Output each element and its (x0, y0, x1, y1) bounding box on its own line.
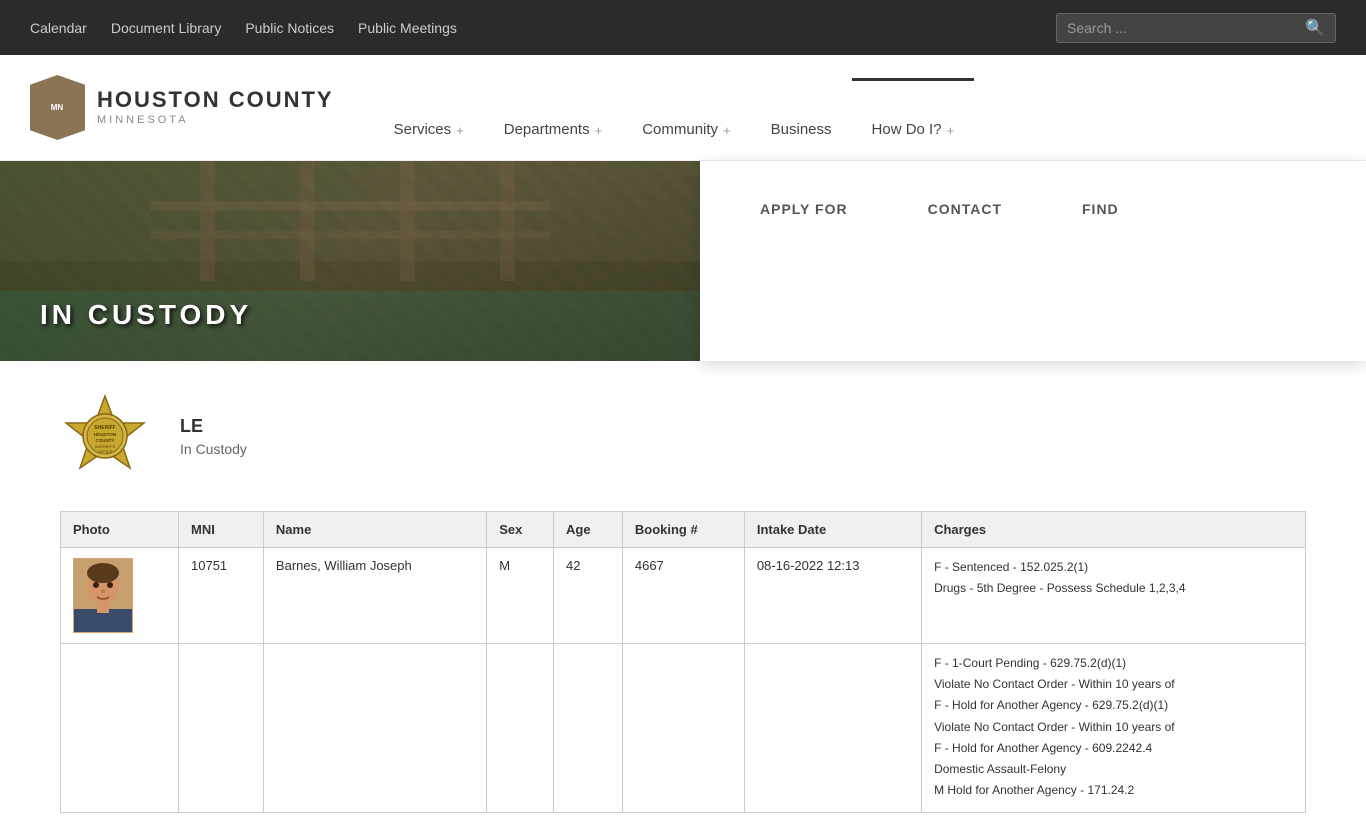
cell-charges-2: F - 1-Court Pending - 629.75.2(d)(1) Vio… (922, 644, 1306, 813)
hero-banner: IN CUSTODY (0, 161, 710, 361)
page-wrapper: Calendar Document Library Public Notices… (0, 0, 1366, 833)
col-booking: Booking # (622, 512, 744, 548)
table-row: F - 1-Court Pending - 629.75.2(d)(1) Vio… (61, 644, 1306, 813)
svg-text:SHERIFF: SHERIFF (94, 425, 115, 431)
nav-how-do-i[interactable]: How Do I?+ (852, 78, 975, 158)
cell-booking-2 (622, 644, 744, 813)
nav-services[interactable]: Services+ (374, 78, 484, 158)
dropdown-find: FIND (1082, 201, 1119, 321)
cell-mni-1: 10751 (179, 548, 264, 644)
search-input[interactable] (1067, 20, 1305, 36)
charges-text-1: F - Sentenced - 152.025.2(1) Drugs - 5th… (934, 558, 1293, 598)
header: MN HOUSTON COUNTY MINNESOTA Services+ De… (0, 55, 1366, 161)
dropdown-apply-for-heading: APPLY FOR (760, 201, 848, 217)
topbar-public-notices[interactable]: Public Notices (245, 20, 334, 36)
topbar-calendar[interactable]: Calendar (30, 20, 87, 36)
cell-booking-1: 4667 (622, 548, 744, 644)
cell-photo-2 (61, 644, 179, 813)
inmate-photo (73, 558, 133, 633)
svg-text:OFFICE: OFFICE (98, 449, 113, 454)
county-name: HOUSTON COUNTY (97, 89, 334, 111)
sheriff-badge-icon: SHERIFF HOUSTON COUNTY SHERIFF'S OFFICE (60, 391, 150, 481)
col-mni: MNI (179, 512, 264, 548)
charges-text-2: F - 1-Court Pending - 629.75.2(d)(1) Vio… (934, 654, 1293, 800)
badge-title: LE (180, 416, 247, 437)
dropdown-apply-for: APPLY FOR (760, 201, 848, 321)
cell-age-1: 42 (554, 548, 623, 644)
svg-text:COUNTY: COUNTY (96, 438, 115, 443)
cell-mni-2 (179, 644, 264, 813)
badge-header: SHERIFF HOUSTON COUNTY SHERIFF'S OFFICE … (60, 381, 1306, 491)
cell-intake-2 (744, 644, 921, 813)
cell-sex-2 (487, 644, 554, 813)
svg-text:HOUSTON: HOUSTON (94, 432, 116, 437)
topbar-doc-library[interactable]: Document Library (111, 20, 222, 36)
dropdown-overlay: APPLY FOR CONTACT FIND (700, 161, 1366, 361)
table-header-row: Photo MNI Name Sex Age Booking # Intake … (61, 512, 1306, 548)
nav-community[interactable]: Community+ (622, 78, 750, 158)
top-bar: Calendar Document Library Public Notices… (0, 0, 1366, 55)
county-logo-icon: MN (30, 75, 85, 140)
logo-text: HOUSTON COUNTY MINNESOTA (97, 89, 334, 126)
col-photo: Photo (61, 512, 179, 548)
nav-departments[interactable]: Departments+ (484, 78, 622, 158)
col-charges: Charges (922, 512, 1306, 548)
cell-age-2 (554, 644, 623, 813)
col-age: Age (554, 512, 623, 548)
dropdown-contact-heading: CONTACT (928, 201, 1002, 217)
logo-area: MN HOUSTON COUNTY MINNESOTA (30, 75, 334, 160)
dropdown-contact: CONTACT (928, 201, 1002, 321)
cell-intake-1: 08-16-2022 12:13 (744, 548, 921, 644)
badge-subtitle: In Custody (180, 441, 247, 457)
cell-name-1: Barnes, William Joseph (263, 548, 486, 644)
cell-sex-1: M (487, 548, 554, 644)
table-row: 10751 Barnes, William Joseph M 42 4667 0… (61, 548, 1306, 644)
cell-photo (61, 548, 179, 644)
cell-name-2 (263, 644, 486, 813)
dropdown-find-heading: FIND (1082, 201, 1119, 217)
search-button[interactable]: 🔍 (1305, 18, 1325, 38)
col-sex: Sex (487, 512, 554, 548)
nav-business[interactable]: Business (751, 78, 852, 158)
hero-title: IN CUSTODY (40, 299, 252, 331)
cell-charges-1: F - Sentenced - 152.025.2(1) Drugs - 5th… (922, 548, 1306, 644)
badge-title-area: LE In Custody (180, 416, 247, 457)
search-bar: 🔍 (1056, 13, 1336, 43)
main-content: SHERIFF HOUSTON COUNTY SHERIFF'S OFFICE … (0, 361, 1366, 833)
county-state: MINNESOTA (97, 114, 334, 126)
hero-section: IN CUSTODY APPLY FOR CONTACT FIND (0, 161, 1366, 361)
svg-text:MN: MN (51, 103, 64, 112)
top-bar-links: Calendar Document Library Public Notices… (30, 20, 457, 36)
main-nav: Services+ Departments+ Community+ Busine… (374, 78, 1336, 158)
col-intake-date: Intake Date (744, 512, 921, 548)
topbar-public-meetings[interactable]: Public Meetings (358, 20, 457, 36)
col-name: Name (263, 512, 486, 548)
